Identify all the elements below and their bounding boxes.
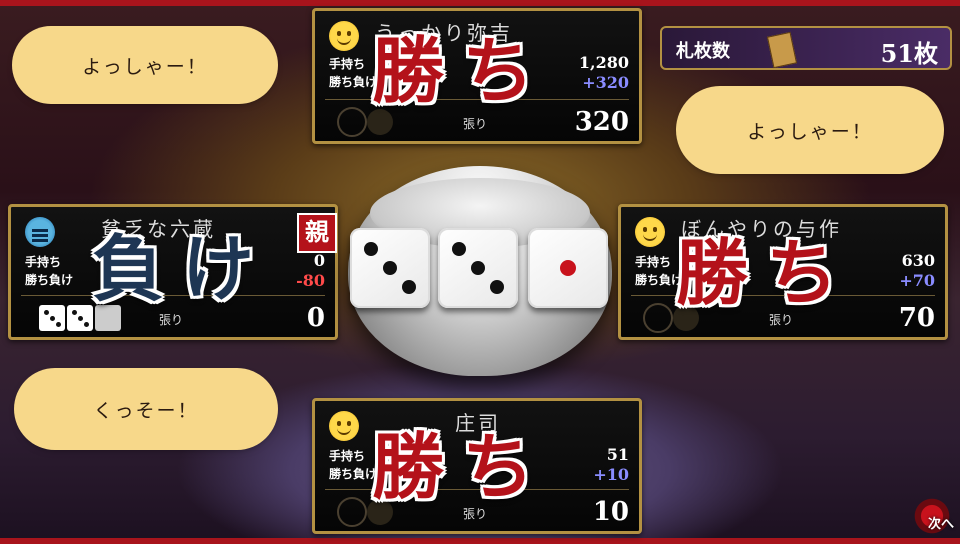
result-label: 勝ち負け: [25, 273, 74, 287]
game-background: 札枚数 51枚 よっしゃー！ よっしゃー！ くっそー！ うっかり弥吉 手持ち 勝…: [0, 0, 960, 544]
player-name: うっかり弥吉: [375, 21, 513, 45]
flower-emblem-icon: [643, 303, 673, 333]
next-button[interactable]: 次へ: [928, 513, 954, 532]
player-panel-right: ぼんやりの与作 手持ち 勝ち負け 630 +70 張り 70: [618, 204, 948, 340]
result-label: 勝ち負け: [329, 75, 378, 89]
hand-label: 手持ち: [635, 255, 672, 269]
hand-label: 手持ち: [329, 57, 366, 71]
delta-value: +70: [899, 271, 935, 290]
card-counter: 札枚数 51枚: [660, 26, 952, 70]
card-counter-value: 51枚: [880, 39, 938, 68]
die-1: [350, 228, 430, 308]
hand-label: 手持ち: [25, 255, 62, 269]
player-name: 庄司: [455, 411, 501, 435]
divider: [21, 295, 325, 296]
die-2: [438, 228, 518, 308]
die-3: [528, 228, 608, 308]
card-counter-label: 札枚数: [676, 41, 730, 62]
dealer-badge: 親: [297, 213, 337, 253]
delta-value: +320: [582, 73, 629, 92]
bet-label: 張り: [159, 313, 184, 327]
divider: [325, 489, 629, 490]
happy-face-icon: [635, 217, 665, 247]
happy-face-icon: [329, 21, 359, 51]
player-panel-top: うっかり弥吉 手持ち 勝ち負け 1,280 +320 張り 320: [312, 8, 642, 144]
bet-value: 10: [592, 497, 629, 527]
small-die: [67, 305, 93, 331]
speech-bubble-top-left: よっしゃー！: [16, 30, 274, 100]
speech-bubble-right: よっしゃー！: [680, 90, 940, 170]
result-label: 勝ち負け: [635, 273, 684, 287]
delta-value: -80: [296, 271, 325, 290]
hand-value: 0: [313, 251, 325, 270]
bottom-frame: [0, 538, 960, 544]
hand-value: 51: [606, 445, 629, 464]
flower-emblem-icon: [337, 497, 367, 527]
bet-label: 張り: [463, 117, 488, 131]
bet-value: 0: [306, 303, 325, 333]
divider: [325, 99, 629, 100]
top-frame: [0, 0, 960, 6]
divider: [631, 295, 935, 296]
bet-value: 70: [898, 303, 935, 333]
hand-value: 630: [901, 251, 935, 270]
small-die: [95, 305, 121, 331]
hand-value: 1,280: [578, 53, 629, 72]
dealer-dice: [39, 305, 121, 331]
flower-emblem-icon: [337, 107, 367, 137]
speech-bubble-bottom-left: くっそー！: [18, 372, 274, 446]
player-panel-bottom: 庄司 手持ち 勝ち負け 51 +10 張り 10: [312, 398, 642, 534]
hand-label: 手持ち: [329, 449, 366, 463]
delta-value: +10: [593, 465, 629, 484]
player-name: 貧乏な六蔵: [101, 217, 216, 241]
bet-label: 張り: [769, 313, 794, 327]
sad-face-icon: [25, 217, 55, 247]
card-icon: [766, 31, 798, 69]
player-panel-left: 貧乏な六蔵 親 手持ち 勝ち負け 0 -80 張り 0: [8, 204, 338, 340]
happy-face-icon: [329, 411, 359, 441]
bet-value: 320: [574, 107, 629, 137]
bet-label: 張り: [463, 507, 488, 521]
result-label: 勝ち負け: [329, 467, 378, 481]
small-die: [39, 305, 65, 331]
player-name: ぼんやりの与作: [681, 217, 842, 241]
